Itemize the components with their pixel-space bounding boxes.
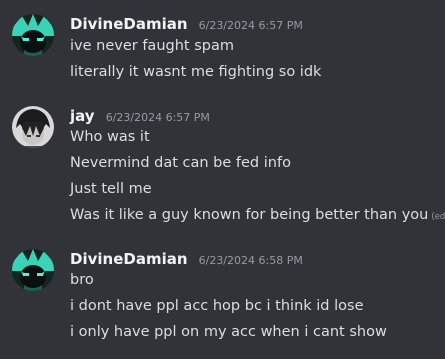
dark-haired-character-avatar-icon xyxy=(12,106,54,148)
author-name[interactable]: DivineDamian xyxy=(70,15,188,33)
message-text: Who was it xyxy=(70,129,150,145)
message-timestamp: 6/23/2024 6:57 PM xyxy=(198,19,303,32)
message-text: i dont have ppl acc hop bc i think id lo… xyxy=(70,298,364,314)
chat-message-list: DivineDamian 6/23/2024 6:57 PM ive never… xyxy=(0,0,445,359)
message-text: Just tell me xyxy=(70,181,152,197)
message-text: Nevermind dat can be fed info xyxy=(70,155,291,171)
message-timestamp: 6/23/2024 6:57 PM xyxy=(105,111,210,124)
message-text: bro xyxy=(70,272,94,288)
user-avatar[interactable] xyxy=(12,14,54,56)
user-avatar[interactable] xyxy=(12,106,54,148)
message-timestamp: 6/23/2024 6:58 PM xyxy=(198,254,303,267)
message-text: ive never faught spam xyxy=(70,38,234,54)
author-name[interactable]: jay xyxy=(70,107,95,125)
edited-label: (edited) xyxy=(431,212,445,222)
author-name[interactable]: DivineDamian xyxy=(70,250,188,268)
message-text-edited: Was it like a guy known for being better… xyxy=(70,205,445,227)
message-text: literally it wasnt me fighting so idk xyxy=(70,64,322,80)
teal-anime-character-avatar-icon xyxy=(12,14,54,56)
user-avatar[interactable] xyxy=(12,249,54,291)
teal-anime-character-avatar-icon xyxy=(12,249,54,291)
message-text: i only have ppl on my acc when i cant sh… xyxy=(70,324,387,340)
message-text: Was it like a guy known for being better… xyxy=(70,207,429,223)
